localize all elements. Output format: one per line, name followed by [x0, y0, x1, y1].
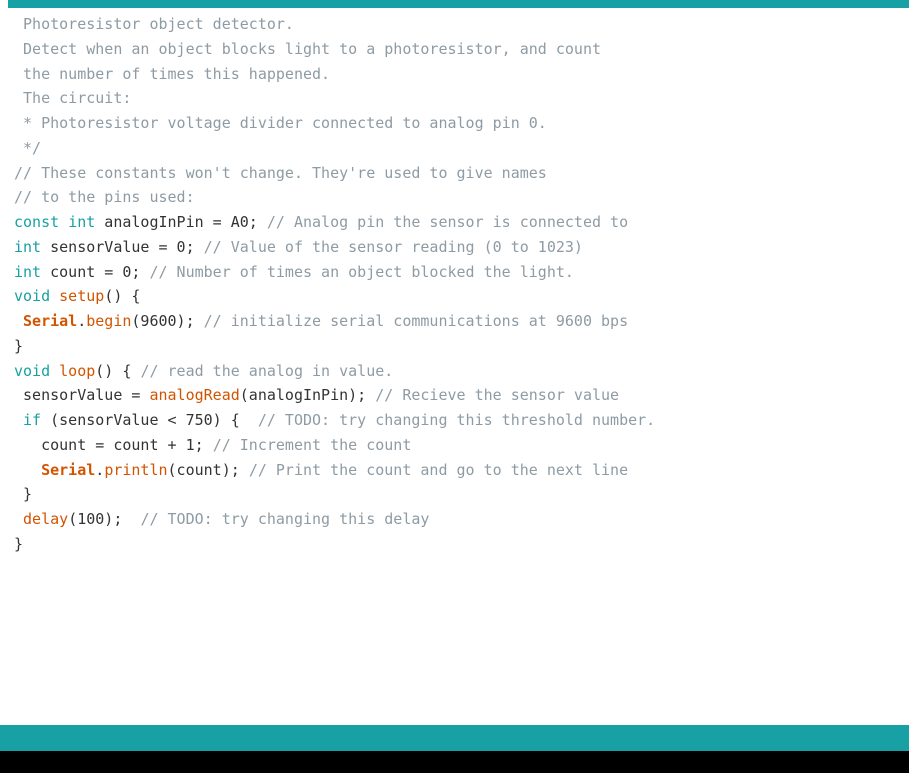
code-text: } — [14, 485, 32, 503]
code-comment: // TODO: try changing this delay — [140, 510, 429, 528]
keyword-int: int — [14, 238, 41, 256]
code-text: sensorValue = — [14, 386, 149, 404]
code-comment: // Print the count and go to the next li… — [249, 461, 628, 479]
code-comment: // Analog pin the sensor is connected to — [267, 213, 628, 231]
code-comment: // TODO: try changing this threshold num… — [258, 411, 655, 429]
code-text: . — [95, 461, 104, 479]
ide-window: Photoresistor object detector. Detect wh… — [0, 0, 909, 773]
method-begin: begin — [86, 312, 131, 330]
code-text: } — [14, 535, 23, 553]
code-comment: // Value of the sensor reading (0 to 102… — [204, 238, 583, 256]
code-text: (9600); — [131, 312, 203, 330]
code-comment: Photoresistor object detector. — [14, 15, 294, 33]
function-loop: loop — [59, 362, 95, 380]
code-text — [14, 461, 41, 479]
code-comment: the number of times this happened. — [14, 65, 330, 83]
code-text — [14, 510, 23, 528]
code-text — [14, 312, 23, 330]
code-text: sensorValue = 0; — [41, 238, 204, 256]
code-text: (100); — [68, 510, 140, 528]
code-editor[interactable]: Photoresistor object detector. Detect wh… — [0, 8, 909, 725]
code-text: (analogInPin); — [240, 386, 375, 404]
code-text: count = 0; — [41, 263, 149, 281]
code-comment: // Increment the count — [213, 436, 412, 454]
code-text: () { — [95, 362, 140, 380]
status-bar — [0, 725, 909, 751]
code-text — [14, 411, 23, 429]
active-tab-marker[interactable] — [0, 0, 8, 8]
keyword-const: const — [14, 213, 59, 231]
class-serial: Serial — [41, 461, 95, 479]
code-comment: // These constants won't change. They're… — [14, 164, 547, 182]
code-comment: // to the pins used: — [14, 188, 195, 206]
keyword-void: void — [14, 287, 50, 305]
code-comment: Detect when an object blocks light to a … — [14, 40, 601, 58]
code-comment: // read the analog in value. — [140, 362, 393, 380]
method-println: println — [104, 461, 167, 479]
code-comment: */ — [14, 139, 41, 157]
keyword-if: if — [23, 411, 41, 429]
code-text: analogInPin = A0; — [95, 213, 267, 231]
keyword-int: int — [14, 263, 41, 281]
keyword-int: int — [68, 213, 95, 231]
function-delay: delay — [23, 510, 68, 528]
code-comment: The circuit: — [14, 89, 131, 107]
code-comment: // Recieve the sensor value — [375, 386, 619, 404]
code-comment: // Number of times an object blocked the… — [149, 263, 573, 281]
code-text: (sensorValue < 750) { — [41, 411, 258, 429]
function-setup: setup — [59, 287, 104, 305]
keyword-void: void — [14, 362, 50, 380]
code-text: . — [77, 312, 86, 330]
console-panel[interactable] — [0, 751, 909, 773]
class-serial: Serial — [23, 312, 77, 330]
code-text: count = count + 1; — [14, 436, 213, 454]
function-analogread: analogRead — [149, 386, 239, 404]
code-comment: // initialize serial communications at 9… — [204, 312, 628, 330]
code-text: () { — [104, 287, 140, 305]
code-text: (count); — [168, 461, 249, 479]
code-text: } — [14, 337, 23, 355]
code-comment: * Photoresistor voltage divider connecte… — [14, 114, 547, 132]
tab-strip — [0, 0, 909, 8]
